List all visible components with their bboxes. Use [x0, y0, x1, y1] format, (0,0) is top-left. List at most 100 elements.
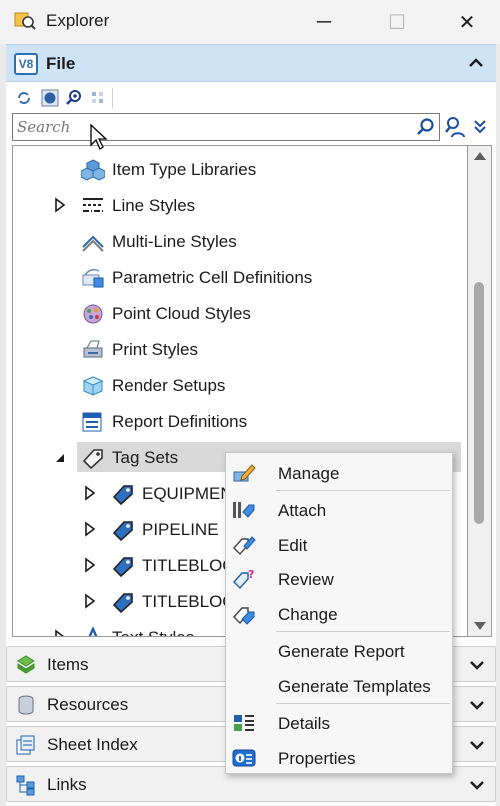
scroll-thumb[interactable]	[474, 282, 484, 524]
edit-tag-icon	[233, 536, 256, 556]
tree-item-label: PIPELINE	[142, 520, 219, 539]
window-title: Explorer	[46, 11, 110, 30]
mouse-cursor-icon	[90, 124, 108, 150]
tree-scrollbar[interactable]	[468, 145, 492, 637]
properties-icon	[232, 749, 256, 767]
expand-right-icon[interactable]	[83, 557, 97, 573]
tree-item-label: Item Type Libraries	[112, 160, 257, 179]
tree-item-report-definitions[interactable]: Report Definitions	[13, 406, 467, 436]
menu-item-change[interactable]: Change	[226, 597, 452, 630]
tag-icon	[82, 449, 103, 469]
chevron-down-icon[interactable]	[467, 735, 487, 755]
tree-item-label: Print Styles	[112, 340, 198, 359]
menu-separator	[276, 631, 450, 632]
window-right-edge	[496, 44, 500, 806]
chevron-down-icon[interactable]	[467, 695, 487, 715]
tree-item-print-styles[interactable]: Print Styles	[13, 334, 467, 364]
refresh-icon	[18, 92, 30, 104]
menu-item-generate-report[interactable]: Generate Report	[226, 634, 452, 667]
tag-icon	[112, 521, 133, 541]
menu-item-label: Attach	[278, 501, 327, 520]
tree-item-label: Parametric Cell Definitions	[112, 268, 313, 287]
line-style-icon	[83, 198, 103, 212]
v8-file-icon: V8	[14, 53, 38, 75]
tree-item-parametric-cell-definitions[interactable]: Parametric Cell Definitions	[13, 262, 467, 292]
expand-right-icon[interactable]	[83, 593, 97, 609]
expand-right-icon[interactable]	[53, 197, 67, 213]
zoom-to-button[interactable]	[64, 88, 84, 108]
manage-pencil-icon	[233, 464, 256, 482]
change-tag-icon	[233, 607, 255, 625]
menu-item-label: Manage	[278, 464, 340, 483]
scroll-down-arrow-icon[interactable]	[474, 622, 486, 630]
menu-item-manage[interactable]: Manage	[226, 456, 452, 489]
menu-item-label: Change	[278, 605, 338, 624]
tree-item-item-type-libraries[interactable]: Item Type Libraries	[13, 154, 467, 184]
tree-item-label: Report Definitions	[112, 412, 248, 431]
tag-icon	[112, 485, 133, 505]
model-view-button[interactable]	[40, 88, 60, 108]
tree-item-label: Line Styles	[112, 196, 196, 215]
expand-down-icon[interactable]	[53, 449, 67, 465]
scroll-up-arrow-icon[interactable]	[474, 152, 486, 160]
tree-item-label: Multi-Line Styles	[112, 232, 237, 251]
double-chevron-down-icon[interactable]	[470, 115, 490, 139]
menu-item-details[interactable]: Details	[226, 706, 452, 739]
text-style-icon	[88, 627, 98, 636]
tree-item-render-setups[interactable]: Render Setups	[13, 370, 467, 400]
chevron-up-icon[interactable]	[466, 53, 486, 73]
expand-right-icon[interactable]	[83, 521, 97, 537]
toolbar-separator	[112, 88, 113, 108]
menu-item-label: Details	[278, 714, 330, 733]
chevron-down-icon[interactable]	[467, 655, 487, 675]
menu-item-label: Properties	[278, 749, 356, 768]
tree-item-point-cloud-styles[interactable]: Point Cloud Styles	[13, 298, 467, 328]
minimize-button[interactable]: ─	[304, 6, 344, 38]
tree-item-label: Tag Sets	[112, 448, 179, 467]
sheet-index-icon	[16, 735, 35, 755]
explorer-app-icon	[14, 12, 36, 30]
tag-icon	[112, 593, 133, 613]
attach-tag-icon	[233, 502, 255, 518]
expand-right-icon[interactable]	[83, 485, 97, 501]
panel-label: Sheet Index	[47, 735, 138, 754]
panel-label: Links	[47, 775, 87, 794]
point-cloud-icon	[83, 304, 103, 324]
refresh-button[interactable]	[14, 88, 34, 108]
menu-separator	[276, 490, 450, 491]
menu-item-label: Edit	[278, 536, 308, 555]
menu-item-label: Generate Report	[278, 642, 405, 661]
database-icon	[18, 695, 34, 715]
search-input[interactable]	[17, 116, 407, 138]
items-icon	[17, 655, 35, 674]
tree-item-multi-line-styles[interactable]: Multi-Line Styles	[13, 226, 467, 256]
search-box[interactable]	[12, 113, 440, 141]
menu-item-properties[interactable]: Properties	[226, 741, 452, 774]
menu-item-review[interactable]: ? Review	[226, 562, 452, 595]
tag-icon	[112, 557, 133, 577]
maximize-button[interactable]: ☐	[377, 6, 417, 38]
file-section-label: File	[46, 54, 76, 73]
zoom-icon	[66, 90, 81, 105]
tree-item-line-styles[interactable]: Line Styles	[13, 190, 467, 220]
menu-item-generate-templates[interactable]: Generate Templates	[226, 669, 452, 702]
file-section-header[interactable]: V8 File	[6, 44, 496, 82]
explorer-toolbar	[10, 86, 120, 110]
review-tag-icon: ?	[233, 568, 254, 590]
expand-right-icon[interactable]	[53, 629, 67, 637]
search-options-icon[interactable]	[444, 115, 466, 139]
panel-label: Resources	[47, 695, 129, 714]
close-button[interactable]: ✕	[447, 6, 487, 38]
report-definition-icon	[82, 412, 102, 432]
menu-item-label: Generate Templates	[278, 677, 431, 696]
menu-item-attach[interactable]: Attach	[226, 493, 452, 526]
item-type-icon	[81, 159, 105, 181]
panel-label: Items	[47, 655, 89, 674]
print-style-icon	[83, 340, 103, 358]
menu-item-edit[interactable]: Edit	[226, 528, 452, 561]
globe-icon	[41, 89, 59, 107]
menu-separator	[276, 703, 450, 704]
chevron-down-icon[interactable]	[467, 775, 487, 795]
select-button[interactable]	[88, 88, 108, 108]
search-icon[interactable]	[415, 117, 435, 137]
